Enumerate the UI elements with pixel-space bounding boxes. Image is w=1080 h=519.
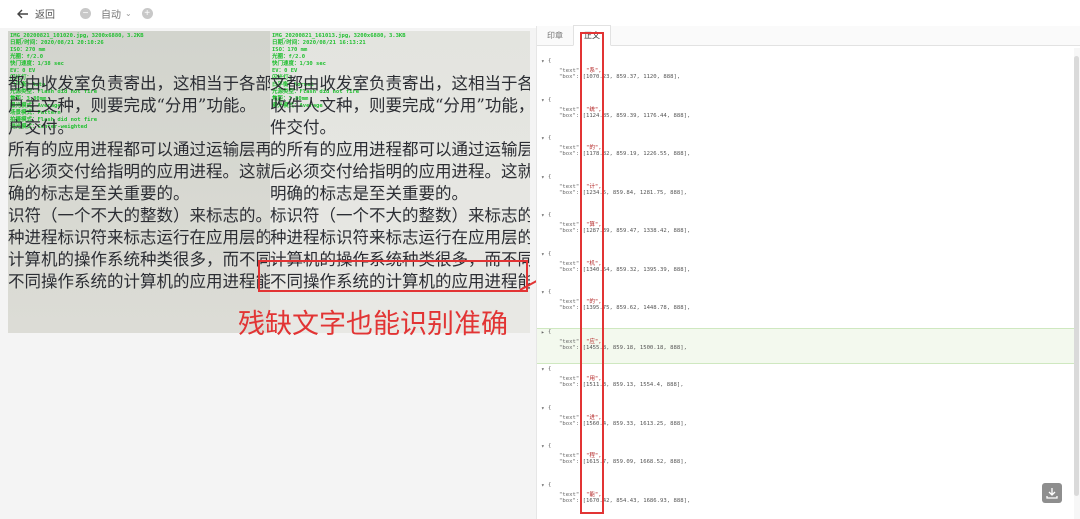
json-box-field: "box": [1395.75, 859.62, 1448.78, 888], (559, 305, 690, 311)
json-brace: { (548, 289, 552, 295)
photo-text-line: 后必须交付给指明的应用进程。这就 (270, 162, 530, 181)
download-icon (1046, 488, 1058, 499)
expand-toggle-icon[interactable]: ▾ (541, 482, 545, 489)
expand-toggle-icon[interactable]: ▸ (541, 329, 545, 336)
ocr-meta-line: 日期/时间：2020/08/21 20:10:26 (10, 40, 104, 46)
json-box-field: "box": [1560.4, 859.33, 1613.25, 888], (559, 421, 687, 427)
photo-text-line: 标识符（一个不大的整数）来标志的。 (270, 206, 530, 225)
expand-toggle-icon[interactable]: ▾ (541, 405, 545, 412)
json-result-item[interactable]: ▾{"text": "能", "box": [1670.42, 854.43, 1… (537, 482, 1080, 518)
json-box-field: "box": [1287.39, 859.47, 1338.42, 888], (559, 228, 690, 234)
json-box-field: "box": [1124.85, 859.39, 1176.44, 888], (559, 113, 690, 119)
tab-seal[interactable]: 印章 (537, 26, 573, 45)
back-button[interactable]: 返回 (16, 6, 55, 21)
json-result-view[interactable]: ▾{"text": "系", "box": [1070.23, 859.37, 1… (537, 48, 1080, 519)
text-column-highlight (580, 32, 604, 514)
json-result-item[interactable]: ▾{"text": "算", "box": [1287.39, 859.47, 1… (537, 212, 1080, 248)
photo-text-line: 计算机的操作系统种类很多，而不同的 (8, 250, 270, 269)
json-result-item[interactable]: ▾{"text": "机", "box": [1340.64, 859.32, 1… (537, 251, 1080, 287)
photo-text-line: 确的标志是至关重要的。 (8, 184, 190, 203)
photo-text-line: 识符（一个不大的整数）来标志的。但 (8, 206, 270, 225)
json-box-field: "box": [1234.5, 859.84, 1281.75, 888], (559, 190, 687, 196)
ocr-meta-line: 光圈：f/2.0 (272, 54, 306, 60)
json-result-item[interactable]: ▾{"text": "进", "box": [1560.4, 859.33, 16… (537, 405, 1080, 441)
json-box-field: "box": [1511.3, 859.13, 1554.4, 888], (559, 382, 684, 388)
expand-toggle-icon[interactable]: ▾ (541, 251, 545, 258)
zoom-mode-label: 自动 (101, 10, 121, 21)
photo-text-line: 的所有的应用进程都可以通过运输层再传 (270, 140, 530, 159)
chevron-down-icon: ⌄ (125, 9, 132, 18)
download-button[interactable] (1042, 483, 1062, 503)
photo-text-line: 文都由收发室负责寄出，这相当于各部门 (270, 74, 530, 93)
expand-toggle-icon[interactable]: ▾ (541, 135, 545, 142)
json-result-item[interactable]: ▾{"text": "用", "box": [1511.3, 859.13, 15… (537, 366, 1080, 402)
json-brace: { (548, 366, 552, 372)
json-brace: { (548, 443, 552, 449)
annotation-caption: 残缺文字也能识别准确 (238, 309, 508, 339)
expand-toggle-icon[interactable]: ▾ (541, 289, 545, 296)
ocr-meta-line: IMG_20200821_101020.jpg，3200x6880，3.2KB (10, 33, 144, 39)
json-result-item[interactable]: ▾{"text": "程", "box": [1615.7, 859.09, 16… (537, 443, 1080, 479)
json-brace: { (548, 250, 552, 257)
ocr-meta-line: IMG_20200821_161013.jpg，3200x6880，3.3KB (272, 33, 406, 39)
json-box-field: "box": [1670.42, 854.43, 1686.93, 888], (559, 498, 690, 504)
json-result-item[interactable]: ▾{"text": "的", "box": [1178.82, 859.19, 1… (537, 135, 1080, 171)
back-label: 返回 (35, 10, 55, 21)
photo-text-line: 户主文种，则要完成“分用”功能。 (8, 96, 256, 115)
photo-text-line: 明确的标志是至关重要的。 (270, 184, 468, 203)
result-panel: 印章 正文 ▾{"text": "系", "box": [1070.23, 859… (536, 25, 1080, 519)
json-result-item[interactable]: ▾{"text": "计", "box": [1234.5, 859.84, 12… (537, 174, 1080, 210)
expand-toggle-icon[interactable]: ▾ (541, 174, 545, 181)
expand-toggle-icon[interactable]: ▾ (541, 366, 545, 373)
photo-text-line: 所有的应用进程都可以通过运输层再传送 (8, 140, 270, 159)
ocr-meta-line: ISO：270 mm (10, 47, 46, 53)
image-toolbar: 返回 − 自动 ⌄ + (0, 0, 528, 28)
zoom-in-button[interactable]: + (141, 8, 153, 19)
json-brace: { (548, 328, 552, 335)
expand-toggle-icon[interactable]: ▾ (541, 97, 545, 104)
json-result-item[interactable]: ▾{"text": "系", "box": [1070.23, 859.37, 1… (537, 58, 1080, 94)
json-brace: { (548, 212, 552, 218)
arrow-left-icon (17, 9, 28, 18)
ocr-meta-line: 快门速度：1/38 sec (10, 61, 64, 67)
json-brace: { (548, 135, 552, 141)
photo-text-line: 种进程标识符来标志运行在应用层的 (270, 228, 530, 247)
expand-toggle-icon[interactable]: ▾ (541, 212, 545, 219)
json-brace: { (548, 173, 552, 180)
ocr-meta-line: 日期/时间：2020/08/21 16:13:21 (272, 40, 366, 46)
expand-toggle-icon[interactable]: ▾ (541, 443, 545, 450)
json-result-item[interactable]: ▾{"text": "的", "box": [1395.75, 859.62, 1… (537, 289, 1080, 325)
json-brace: { (548, 96, 552, 103)
ocr-meta-line: 光圈：f/2.0 (10, 54, 44, 60)
json-result-item[interactable]: ▸{"text": "应", "box": [1455.8, 859.18, 15… (537, 327, 1080, 364)
scrollbar-thumb[interactable] (1074, 56, 1079, 496)
expand-toggle-icon[interactable]: ▾ (541, 58, 545, 65)
photo-text-left: 都由收发室负责寄出，这相当于各部 户主文种，则要完成“分用”功能。 户交付。所有的应… (8, 73, 270, 293)
result-tabs: 印章 正文 (537, 25, 1080, 46)
photo-text-line: 都由收发室负责寄出，这相当于各部 (8, 74, 270, 93)
ocr-meta-line: 快门速度：1/30 sec (272, 61, 326, 67)
json-box-field: "box": [1070.23, 859.37, 1120, 888], (559, 74, 680, 80)
photo-text-line: 件交付。 (270, 118, 336, 137)
json-box-field: "box": [1615.7, 859.09, 1668.52, 888], (559, 459, 687, 465)
json-brace: { (548, 481, 552, 488)
json-box-field: "box": [1455.8, 859.18, 1500.18, 888], (559, 345, 687, 351)
json-result-item[interactable]: ▾{"text": "统", "box": [1124.85, 859.39, 1… (537, 97, 1080, 133)
photo-text-line: 收件人文种，则要完成“分用”功能，即 (270, 96, 530, 115)
json-brace: { (548, 404, 552, 411)
json-box-field: "box": [1178.82, 859.19, 1226.55, 888], (559, 151, 690, 157)
json-brace: { (548, 58, 552, 64)
highlight-box (258, 260, 528, 292)
zoom-controls: − 自动 ⌄ + (80, 6, 153, 21)
photo-text-line: 种进程标识符来标志运行在应用层的各种 (8, 228, 270, 247)
photo-text-line: 不同操作系统的计算机的应用进程能够 (8, 272, 270, 291)
photo-text-line: 后必须交付给指明的应用进程。这就是说 (8, 162, 270, 181)
json-box-field: "box": [1340.64, 859.32, 1395.39, 888], (559, 267, 690, 273)
ocr-meta-line: ISO：170 mm (272, 47, 308, 53)
photo-text-line: 户交付。 (8, 118, 74, 137)
zoom-out-button[interactable]: − (80, 8, 91, 19)
photo-left-half: IMG_20200821_101020.jpg，3200x6880，3.2KB 日… (8, 31, 270, 333)
zoom-mode-select[interactable]: 自动 ⌄ (97, 6, 136, 21)
